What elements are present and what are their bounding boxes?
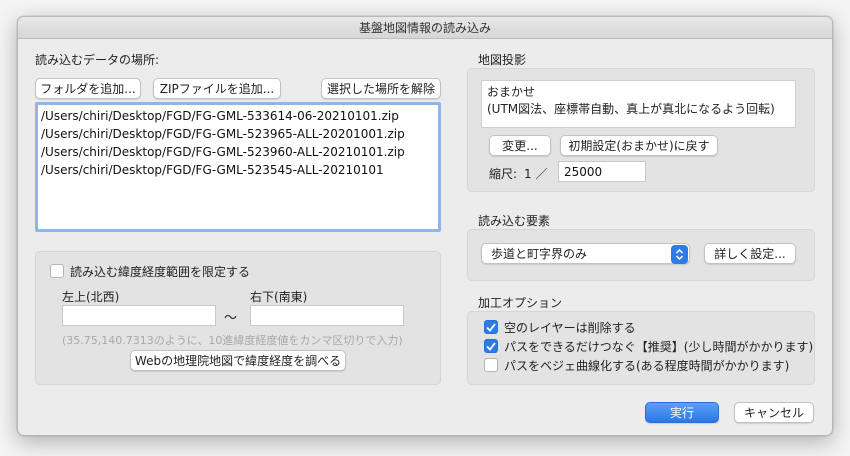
checkmark-icon [486,341,496,351]
scale-label: 縮尺: [489,167,518,181]
projection-section-label: 地図投影 [478,53,527,67]
bezier-paths-label: パスをベジェ曲線化する(ある程度時間がかかります) [504,359,790,373]
join-paths-checkbox[interactable] [484,339,498,353]
import-dialog: 基盤地図情報の読み込み 読み込むデータの場所: フォルダを追加... ZIPファ… [17,16,833,436]
delete-empty-layers-label: 空のレイヤーは削除する [504,321,636,335]
web-lookup-button[interactable]: Webの地理院地図で緯度経度を調べる [130,350,346,371]
lower-right-label: 右下(南東) [250,290,308,304]
bezier-paths-checkbox[interactable] [484,358,498,372]
processing-section-label: 加工オプション [478,296,563,310]
join-paths-label: パスをできるだけつなぐ【推奨】(少し時間がかかります) [504,340,814,354]
window-title: 基盤地図情報の読み込み [18,17,832,39]
list-item[interactable]: /Users/chiri/Desktop/FGD/FG-GML-523960-A… [41,143,435,161]
processing-panel: 空のレイヤーは削除する パスをできるだけつなぐ【推奨】(少し時間がかかります) … [467,311,815,385]
delete-empty-layers-checkbox[interactable] [484,320,498,334]
projection-line-2: (UTM図法、座標帯自動、真上が真北になるよう回転) [487,102,775,116]
range-panel: 読み込む緯度経度範囲を限定する 左上(北西) 右下(南東) 〜 (35.75,1… [35,251,441,385]
list-item[interactable]: /Users/chiri/Desktop/FGD/FG-GML-523545-A… [41,161,435,179]
cancel-button[interactable]: キャンセル [734,402,814,423]
elements-select-value: 歩道と町字界のみ [491,247,588,261]
checkmark-icon [486,322,496,332]
elements-panel: 歩道と町字界のみ 詳しく設定... [467,229,815,281]
add-zip-button[interactable]: ZIPファイルを追加... [153,78,281,99]
element-details-button[interactable]: 詳しく設定... [704,243,796,264]
elements-section-label: 読み込む要素 [478,214,551,228]
upper-left-label: 左上(北西) [62,290,120,304]
remove-selected-button[interactable]: 選択した場所を解除 [321,78,441,99]
list-item[interactable]: /Users/chiri/Desktop/FGD/FG-GML-523965-A… [41,125,435,143]
projection-description: おまかせ (UTM図法、座標帯自動、真上が真北になるよう回転) [481,80,796,128]
change-projection-button[interactable]: 変更... [489,135,551,156]
limit-range-label: 読み込む緯度経度範囲を限定する [70,265,251,279]
limit-range-checkbox[interactable] [50,264,64,278]
scale-prefix: 1 ／ [524,167,548,181]
lower-right-field[interactable] [250,305,404,326]
add-folder-button[interactable]: フォルダを追加... [35,78,141,99]
scale-field[interactable]: 25000 [558,161,646,182]
reset-projection-button[interactable]: 初期設定(おまかせ)に戻す [560,135,718,156]
elements-select[interactable]: 歩道と町字界のみ [481,243,690,264]
projection-line-1: おまかせ [487,85,536,99]
range-hint: (35.75,140.7313のように、10進緯度経度値をカンマ区切りで入力) [62,334,403,347]
source-section-label: 読み込むデータの場所: [35,53,160,67]
projection-panel: おまかせ (UTM図法、座標帯自動、真上が真北になるよう回転) 変更... 初期… [467,68,815,192]
range-tilde: 〜 [224,311,238,326]
list-item[interactable]: /Users/chiri/Desktop/FGD/FG-GML-533614-0… [41,107,435,125]
source-file-list[interactable]: /Users/chiri/Desktop/FGD/FG-GML-533614-0… [35,102,441,232]
upper-left-field[interactable] [62,305,216,326]
chevron-updown-icon [671,245,688,264]
run-button[interactable]: 実行 [645,402,719,423]
